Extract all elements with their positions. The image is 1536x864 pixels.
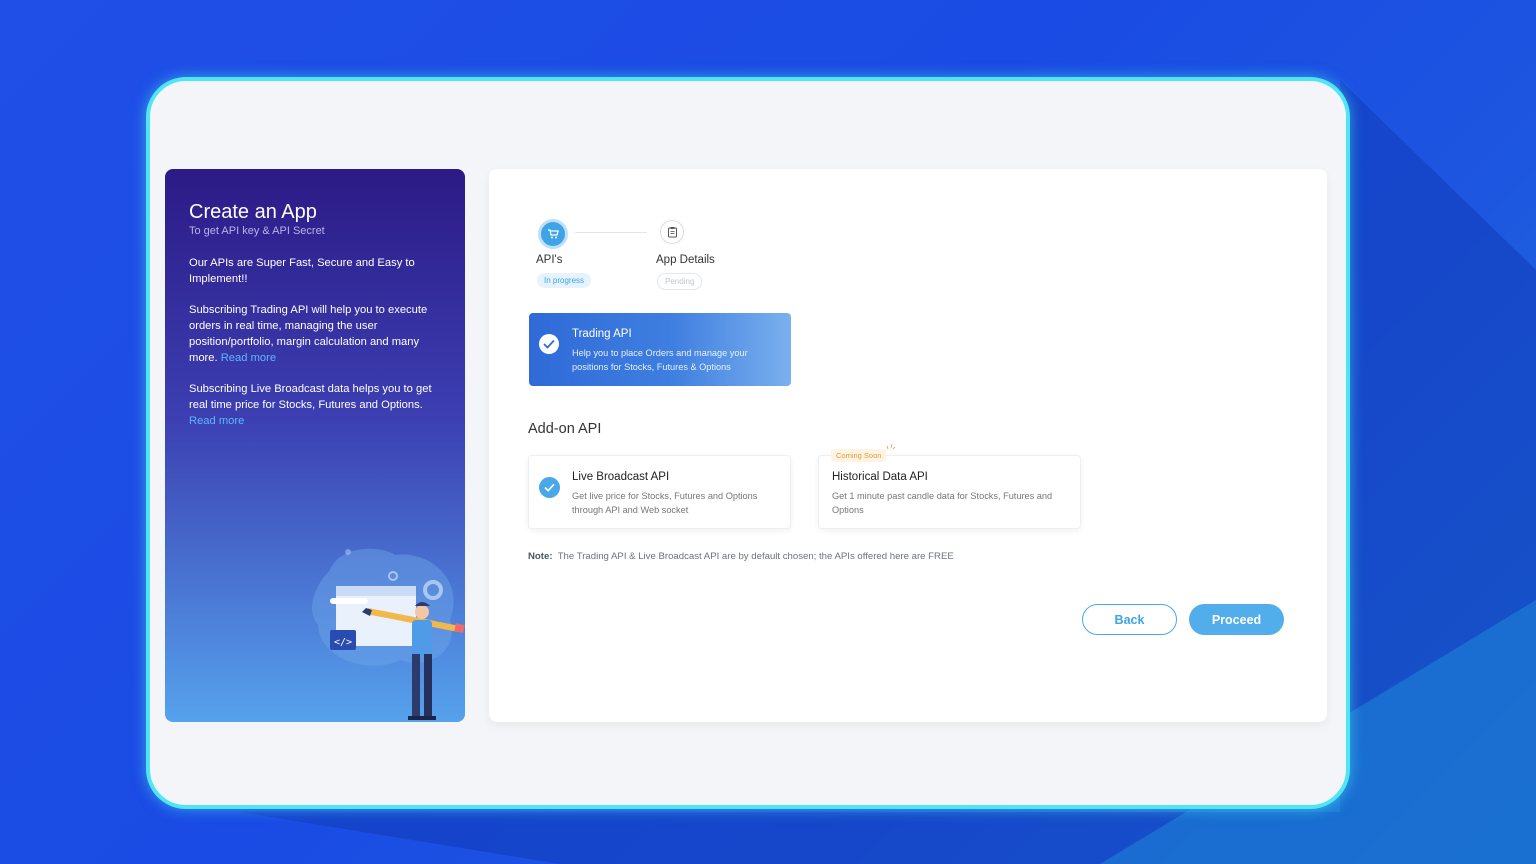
live-broadcast-description: Get live price for Stocks, Futures and O… xyxy=(572,491,758,515)
note-body: The Trading API & Live Broadcast API are… xyxy=(557,551,954,562)
trading-api-description: Help you to place Orders and manage your… xyxy=(572,348,748,372)
panel-trading-info: Subscribing Trading API will help you to… xyxy=(189,302,444,366)
main-panel xyxy=(489,169,1327,722)
historical-data-api-card[interactable]: Historical Data API Get 1 minute past ca… xyxy=(818,455,1081,529)
developer-illustration: </> xyxy=(311,548,465,720)
trading-api-card[interactable]: Trading API Help you to place Orders and… xyxy=(529,313,791,386)
panel-broadcast-info: Subscribing Live Broadcast data helps yo… xyxy=(189,381,444,429)
checkmark-icon xyxy=(539,477,560,498)
clipboard-icon xyxy=(667,227,677,238)
cart-icon xyxy=(548,229,559,239)
step-app-details-label: App Details xyxy=(656,254,715,266)
trading-read-more-link[interactable]: Read more xyxy=(221,352,276,364)
broadcast-info-text: Subscribing Live Broadcast data helps yo… xyxy=(189,383,432,411)
live-broadcast-title: Live Broadcast API xyxy=(572,471,670,483)
status-badge-in-progress: In progress xyxy=(537,273,592,288)
step-apis-label: API's xyxy=(536,254,563,266)
step-apis[interactable] xyxy=(538,219,568,249)
panel-title: Create an App xyxy=(189,201,317,223)
svg-text:</>: </> xyxy=(334,637,352,648)
stepper-connector xyxy=(575,232,647,233)
status-badge-pending: Pending xyxy=(657,273,703,290)
checkmark-icon xyxy=(539,334,559,354)
coming-soon-badge: Coming Soon xyxy=(831,449,887,462)
back-button[interactable]: Back xyxy=(1082,604,1177,635)
sparkle-icon xyxy=(886,443,896,450)
note-text: Note: The Trading API & Live Broadcast A… xyxy=(528,551,954,562)
note-label: Note: xyxy=(528,551,553,562)
panel-subtitle: To get API key & API Secret xyxy=(189,225,325,237)
addon-heading: Add-on API xyxy=(528,421,602,437)
historical-data-title: Historical Data API xyxy=(832,471,928,483)
historical-data-description: Get 1 minute past candle data for Stocks… xyxy=(832,491,1053,515)
step-app-details[interactable] xyxy=(660,220,684,244)
trading-api-title: Trading API xyxy=(572,328,632,340)
proceed-button[interactable]: Proceed xyxy=(1189,604,1284,635)
live-broadcast-api-card[interactable]: Live Broadcast API Get live price for St… xyxy=(528,455,791,529)
broadcast-read-more-link[interactable]: Read more xyxy=(189,415,244,427)
panel-intro: Our APIs are Super Fast, Secure and Easy… xyxy=(189,257,415,285)
